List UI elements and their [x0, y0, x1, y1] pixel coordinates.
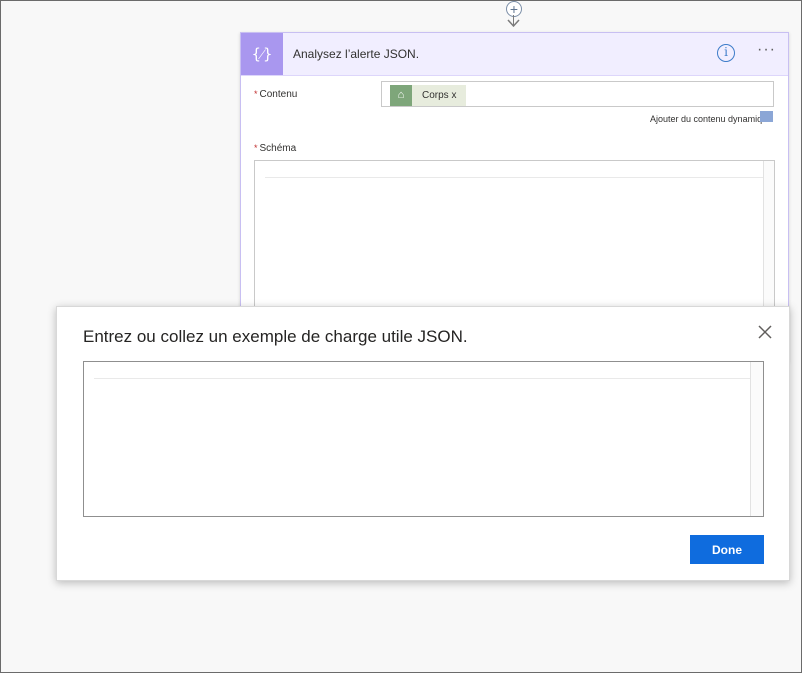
add-dynamic-content-link[interactable]: Ajouter du contenu dynamique: [650, 114, 772, 124]
more-options-icon[interactable]: ···: [757, 41, 776, 59]
close-icon[interactable]: [756, 323, 774, 341]
flow-arrow-down-icon: [507, 19, 520, 27]
sample-payload-input[interactable]: [83, 361, 764, 517]
data-operation-icon: {⁄}: [241, 33, 283, 75]
schema-editor-current-line: [265, 163, 764, 178]
required-asterisk: *: [254, 89, 258, 99]
content-field-label: * Contenu: [254, 89, 297, 100]
required-asterisk: *: [254, 143, 258, 153]
trigger-token-icon: ⌂: [390, 85, 412, 106]
content-input[interactable]: ⌂ Corps x: [381, 81, 774, 107]
schema-field-label: * Schéma: [254, 143, 296, 154]
payload-editor-current-line: [94, 364, 751, 379]
done-button[interactable]: Done: [690, 535, 764, 564]
info-icon[interactable]: i: [717, 44, 735, 62]
action-card-header[interactable]: {⁄} Analysez l’alerte JSON. i ···: [241, 33, 788, 76]
sample-payload-dialog: Entrez ou collez un exemple de charge ut…: [56, 306, 790, 581]
token-label: Corps x: [422, 90, 457, 101]
dialog-title: Entrez ou collez un exemple de charge ut…: [83, 327, 468, 346]
schema-label-text: Schéma: [259, 143, 297, 154]
action-title[interactable]: Analysez l’alerte JSON.: [293, 47, 419, 61]
dynamic-content-token[interactable]: ⌂ Corps x: [390, 85, 466, 106]
dynamic-content-icon[interactable]: [760, 111, 773, 122]
add-step-plus-icon[interactable]: +: [506, 1, 522, 17]
designer-canvas: + {⁄} Analysez l’alerte JSON. i ··· * Con…: [0, 0, 802, 673]
payload-editor-scrollbar[interactable]: [750, 362, 763, 516]
content-label-text: Contenu: [259, 89, 298, 100]
